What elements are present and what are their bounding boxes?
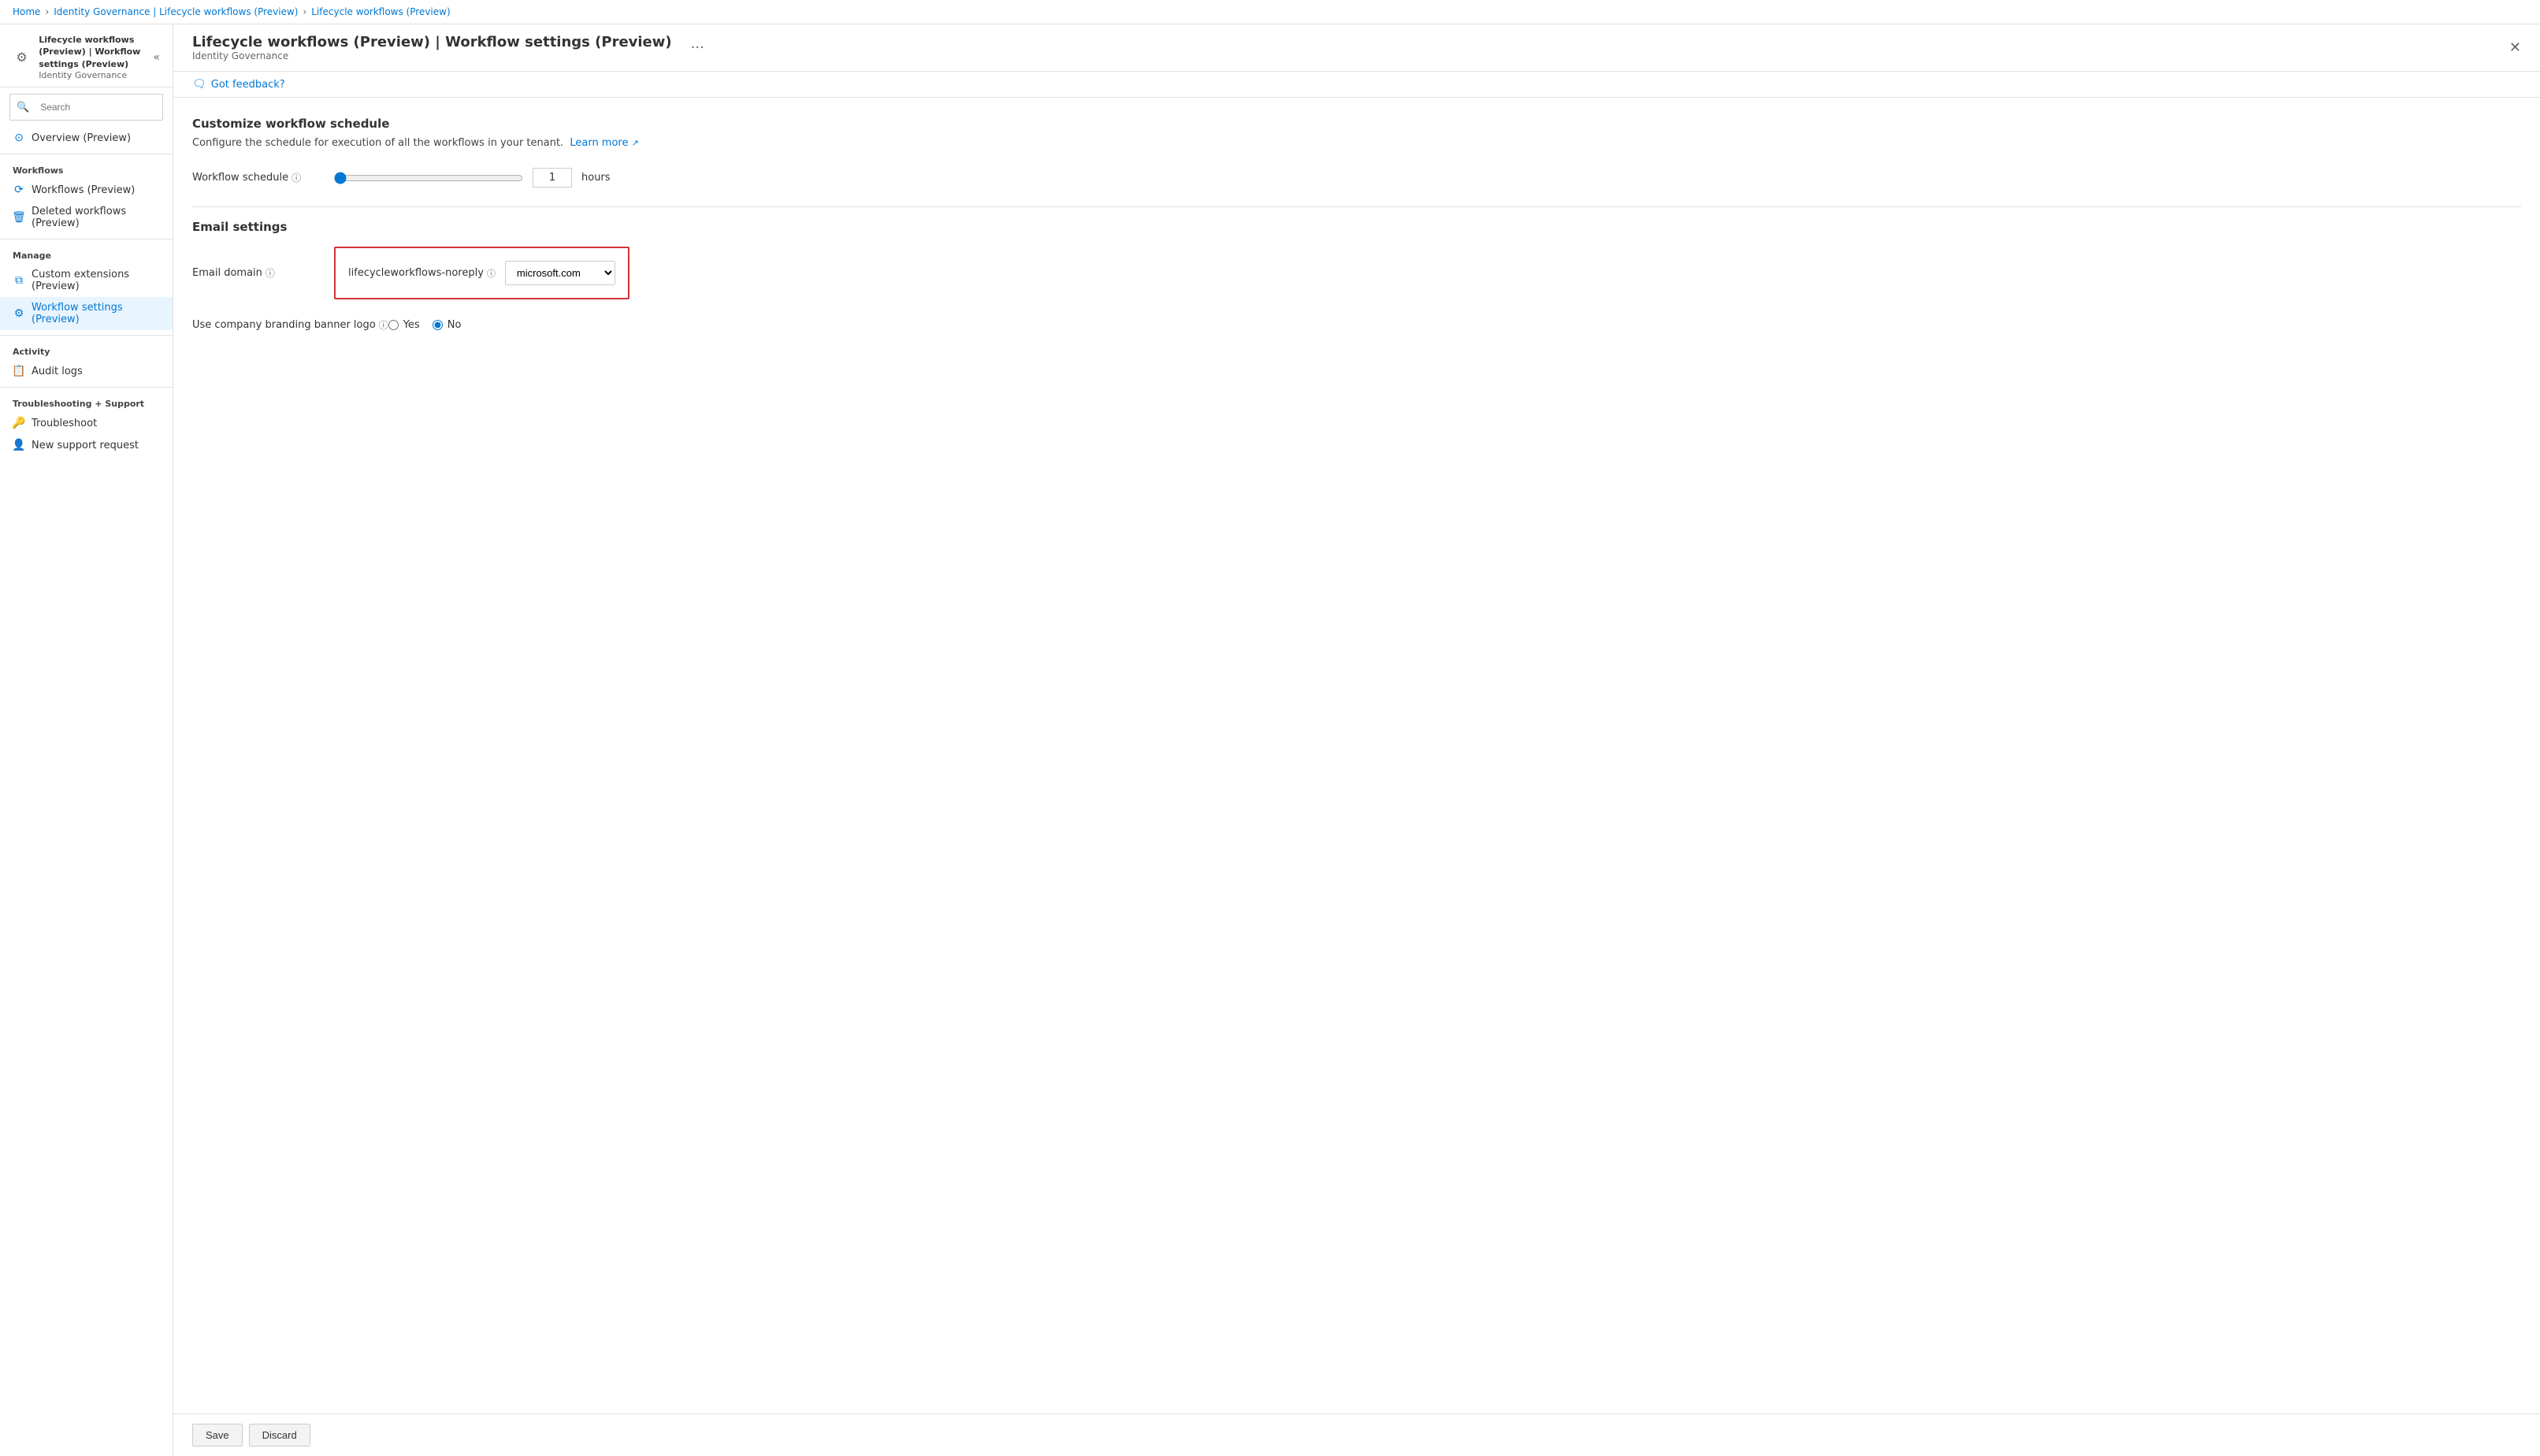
feedback-bar: 🗨 Got feedback? (173, 72, 2540, 98)
sidebar-item-workflow-settings-label: Workflow settings (Preview) (32, 302, 160, 325)
sidebar-section-manage: Manage (0, 244, 173, 264)
branding-row: Use company branding banner logo ⓘ Yes N… (192, 318, 2521, 332)
workflow-schedule-row: Workflow schedule ⓘ 1 hours (192, 168, 2521, 188)
sidebar-item-troubleshoot[interactable]: 🔑 Troubleshoot (0, 412, 173, 434)
header-ellipsis-button[interactable]: ··· (691, 39, 704, 56)
sidebar-app-subtitle: Identity Governance (39, 70, 145, 80)
sidebar-divider-manage (0, 239, 173, 240)
email-domain-select[interactable]: microsoft.com (505, 261, 615, 285)
sidebar-divider-troubleshooting (0, 387, 173, 388)
sidebar-item-overview-label: Overview (Preview) (32, 132, 131, 144)
learn-more-link[interactable]: Learn more ↗ (570, 137, 639, 149)
sidebar-item-overview[interactable]: ⊙ Overview (Preview) (0, 127, 173, 149)
content-footer: Save Discard (173, 1413, 2540, 1456)
breadcrumb-home[interactable]: Home (13, 6, 40, 17)
branding-label: Use company branding banner logo ⓘ (192, 318, 388, 332)
page-title: Lifecycle workflows (Preview) | Workflow… (192, 34, 672, 50)
sidebar-item-new-support[interactable]: 👤 New support request (0, 434, 173, 456)
sidebar-item-workflows-label: Workflows (Preview) (32, 184, 135, 196)
email-section-title: Email settings (192, 220, 2521, 234)
branding-no-option[interactable]: No (433, 319, 462, 331)
sidebar-item-custom-extensions-label: Custom extensions (Preview) (32, 269, 160, 292)
workflows-icon: ⟳ (13, 184, 25, 196)
email-settings-section: Email settings Email domain ⓘ lifecyclew… (192, 220, 2521, 332)
sidebar-item-custom-extensions[interactable]: ⧉ Custom extensions (Preview) (0, 264, 173, 297)
deleted-workflows-icon: 🗑 (13, 211, 25, 224)
email-domain-box: lifecycleworkflows-noreply ⓘ microsoft.c… (334, 247, 629, 299)
sidebar-app-title: Lifecycle workflows (Preview) | Workflow… (39, 34, 145, 70)
sidebar-item-audit-logs[interactable]: 📋 Audit logs (0, 360, 173, 382)
sidebar-item-workflow-settings[interactable]: ⚙ Workflow settings (Preview) (0, 297, 173, 330)
workflow-schedule-label: Workflow schedule ⓘ (192, 171, 334, 184)
custom-extensions-icon: ⧉ (13, 274, 25, 287)
slider-container: 1 hours (334, 168, 611, 188)
breadcrumb: Home › Identity Governance | Lifecycle w… (0, 0, 2540, 24)
sidebar-item-new-support-label: New support request (32, 440, 139, 451)
workflow-schedule-info-icon[interactable]: ⓘ (292, 171, 301, 184)
search-box[interactable]: 🔍 (9, 94, 163, 121)
troubleshoot-icon: 🔑 (13, 417, 25, 429)
feedback-icon: 🗨 (192, 78, 206, 91)
sidebar-section-workflows: Workflows (0, 159, 173, 179)
content-body: Customize workflow schedule Configure th… (173, 98, 2540, 1413)
breadcrumb-identity-governance[interactable]: Identity Governance | Lifecycle workflow… (54, 6, 298, 17)
feedback-link[interactable]: Got feedback? (211, 79, 285, 91)
sidebar-item-troubleshoot-label: Troubleshoot (32, 418, 97, 429)
workflow-settings-icon: ⚙ (13, 307, 25, 320)
customize-section-desc: Configure the schedule for execution of … (192, 137, 2521, 149)
save-button[interactable]: Save (192, 1424, 243, 1447)
sidebar-collapse-button[interactable]: « (153, 51, 160, 64)
branding-radio-group: Yes No (388, 319, 462, 331)
sidebar-section-troubleshooting: Troubleshooting + Support (0, 392, 173, 412)
branding-info-icon[interactable]: ⓘ (379, 318, 388, 332)
support-icon: 👤 (13, 439, 25, 451)
audit-logs-icon: 📋 (13, 365, 25, 377)
sidebar-search-container: 🔍 (0, 87, 173, 127)
main-content: Lifecycle workflows (Preview) | Workflow… (173, 24, 2540, 1456)
slider-value-box: 1 (533, 168, 572, 188)
email-domain-info-icon[interactable]: ⓘ (266, 266, 275, 280)
email-prefix-info-icon[interactable]: ⓘ (487, 267, 496, 280)
breadcrumb-lifecycle-workflows[interactable]: Lifecycle workflows (Preview) (311, 6, 450, 17)
email-domain-label: Email domain ⓘ (192, 266, 334, 280)
email-domain-row: Email domain ⓘ lifecycleworkflows-norepl… (192, 247, 2521, 299)
customize-section-title: Customize workflow schedule (192, 117, 2521, 131)
sidebar-item-audit-logs-label: Audit logs (32, 366, 83, 377)
section-divider (192, 206, 2521, 207)
search-input[interactable] (34, 98, 156, 117)
sidebar-item-deleted-workflows[interactable]: 🗑 Deleted workflows (Preview) (0, 201, 173, 234)
sidebar-item-deleted-workflows-label: Deleted workflows (Preview) (32, 206, 160, 229)
slider-unit: hours (581, 172, 611, 184)
sidebar-header: ⚙ Lifecycle workflows (Preview) | Workfl… (0, 24, 173, 87)
sidebar: ⚙ Lifecycle workflows (Preview) | Workfl… (0, 24, 173, 1456)
branding-yes-radio[interactable] (388, 320, 399, 330)
search-icon: 🔍 (17, 102, 29, 113)
sidebar-divider-activity (0, 335, 173, 336)
page-subtitle: Identity Governance (192, 50, 672, 61)
email-prefix: lifecycleworkflows-noreply ⓘ (348, 267, 496, 280)
workflow-schedule-slider[interactable] (334, 172, 523, 184)
sidebar-section-activity: Activity (0, 340, 173, 360)
customize-schedule-section: Customize workflow schedule Configure th… (192, 117, 2521, 188)
discard-button[interactable]: Discard (249, 1424, 310, 1447)
branding-yes-option[interactable]: Yes (388, 319, 420, 331)
gear-icon: ⚙ (13, 48, 31, 67)
close-button[interactable]: ✕ (2509, 39, 2521, 56)
overview-icon: ⊙ (13, 132, 25, 144)
branding-no-radio[interactable] (433, 320, 443, 330)
content-header: Lifecycle workflows (Preview) | Workflow… (173, 24, 2540, 72)
sidebar-item-workflows[interactable]: ⟳ Workflows (Preview) (0, 179, 173, 201)
